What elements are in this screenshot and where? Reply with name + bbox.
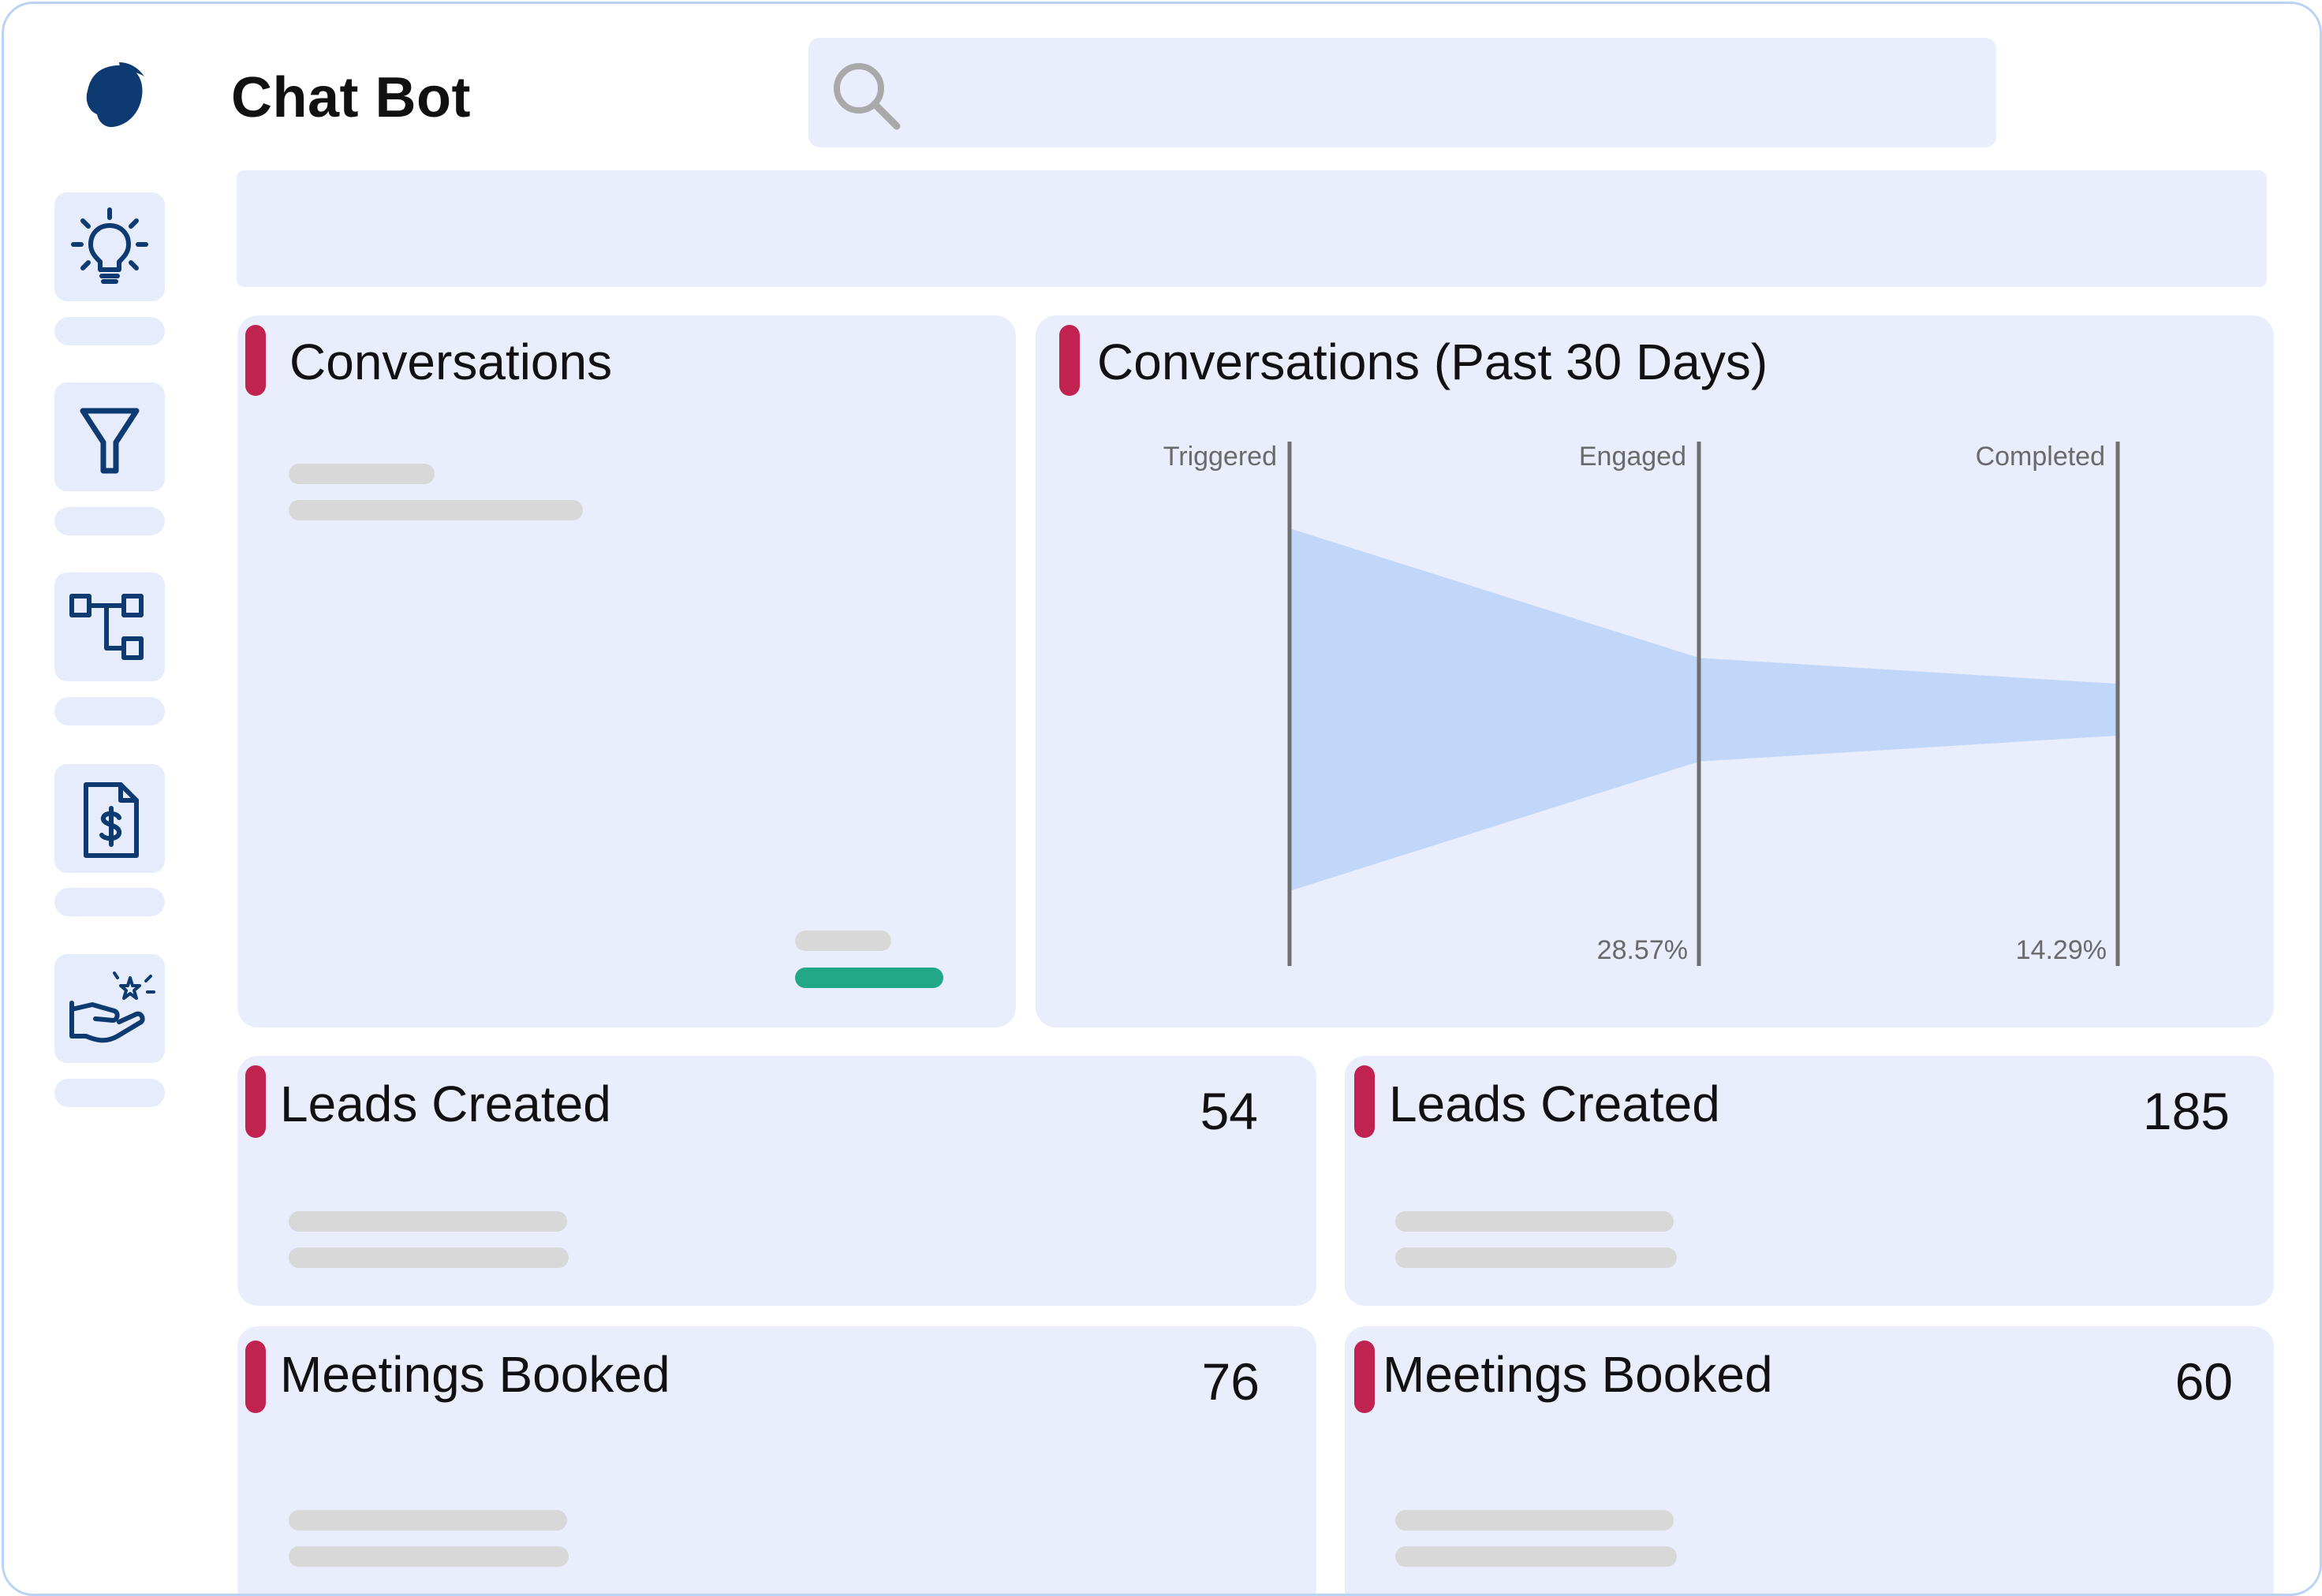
hand-sparkle-icon [69,971,155,1043]
card-title: Conversations [289,334,613,390]
text-placeholder [289,1247,569,1268]
meetings-booked-card: Meetings Booked 76 [237,1326,1316,1594]
progress-bar [795,968,943,988]
text-placeholder [289,1546,569,1567]
conversations-card: Conversations [237,315,1016,1027]
search-bar[interactable] [808,38,1996,147]
card-title: Meetings Booked [280,1346,670,1403]
funnel-percent-label: 14.29% [2016,935,2107,965]
text-placeholder [1395,1247,1677,1268]
text-placeholder [1395,1546,1677,1567]
sidebar-label-placeholder [54,507,165,535]
text-placeholder [289,1510,567,1531]
text-placeholder [795,930,891,951]
funnel-stage-label: Completed [1976,442,2105,472]
text-placeholder [289,1211,567,1232]
text-placeholder [1395,1510,1674,1531]
card-value: 76 [1201,1352,1260,1411]
sidebar-item-workflow[interactable] [54,572,165,681]
card-value: 54 [1200,1082,1258,1140]
top-banner-placeholder [237,170,2267,287]
card-accent [1354,1065,1375,1138]
conversations-funnel-card: Conversations (Past 30 Days) Triggered En… [1036,315,2274,1027]
text-placeholder [1395,1211,1674,1232]
funnel-stage-label: Engaged [1579,442,1686,472]
sidebar-item-billing[interactable] [54,764,165,873]
brand-logo-icon [86,62,144,128]
text-placeholder [289,464,435,484]
sidebar-item-rewards[interactable] [54,954,165,1063]
sidebar-item-insights[interactable] [54,192,165,301]
invoice-icon [84,782,139,858]
card-title: Meetings Booked [1383,1346,1773,1403]
sidebar-label-placeholder [54,317,165,345]
app-title: Chat Bot [231,66,471,129]
search-icon [834,63,901,130]
funnel-stage-label: Triggered [1163,442,1277,472]
funnel-percent-label: 28.57% [1597,935,1688,965]
sidebar-label-placeholder [54,697,165,725]
card-value: 60 [2175,1352,2233,1411]
sidebar-label-placeholder [54,1079,165,1107]
sidebar-label-placeholder [54,888,165,916]
text-placeholder [289,500,583,520]
leads-created-card: Leads Created 54 [237,1056,1316,1306]
card-title: Leads Created [280,1076,611,1132]
lightbulb-icon [71,207,148,284]
meetings-booked-card: Meetings Booked 60 [1345,1326,2274,1594]
card-accent [245,325,266,396]
leads-created-card: Leads Created 185 [1345,1056,2274,1306]
app-window: Chat Bot Conversations Conversations (Pa… [2,2,2322,1596]
funnel-chart: Triggered Engaged 28.57% Completed 14.29% [1163,442,2120,966]
funnel-area [1290,528,2118,891]
filter-icon [80,408,140,474]
card-value: 185 [2142,1082,2230,1140]
card-title: Leads Created [1389,1076,1720,1132]
flowchart-icon [69,594,144,660]
card-accent [1354,1341,1375,1413]
card-accent [245,1065,266,1138]
sidebar-item-filter[interactable] [54,382,165,491]
card-accent [245,1341,266,1413]
